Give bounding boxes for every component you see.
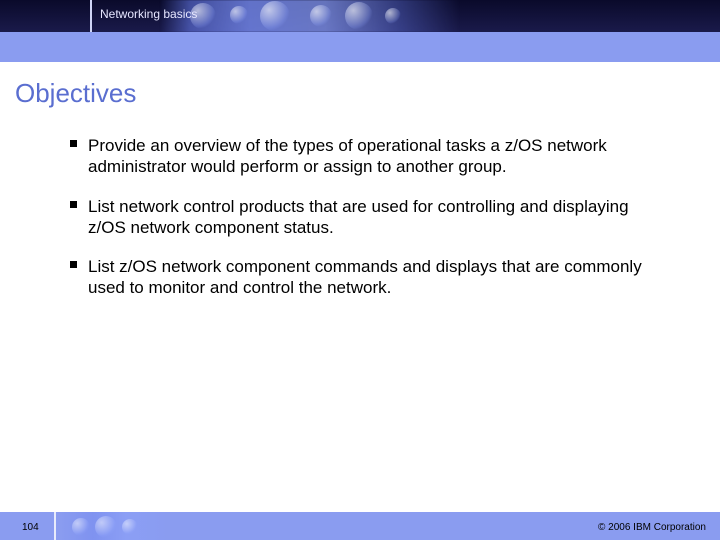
footer-vertical-rule — [54, 512, 56, 540]
header-sub-band — [0, 32, 720, 62]
list-item: List z/OS network component commands and… — [70, 256, 660, 299]
header-title: Networking basics — [100, 7, 197, 21]
list-item: List network control products that are u… — [70, 196, 660, 239]
footer-bubbles — [60, 512, 170, 540]
header-graphic — [160, 0, 460, 32]
page-title: Objectives — [15, 78, 136, 109]
bullet-list: Provide an overview of the types of oper… — [70, 135, 660, 299]
copyright: © 2006 IBM Corporation — [598, 522, 706, 533]
header-band: Networking basics — [0, 0, 720, 32]
list-item: Provide an overview of the types of oper… — [70, 135, 660, 178]
content-area: Provide an overview of the types of oper… — [70, 135, 660, 317]
page-number: 104 — [22, 522, 39, 533]
slide: Networking basics Objectives Provide an … — [0, 0, 720, 540]
